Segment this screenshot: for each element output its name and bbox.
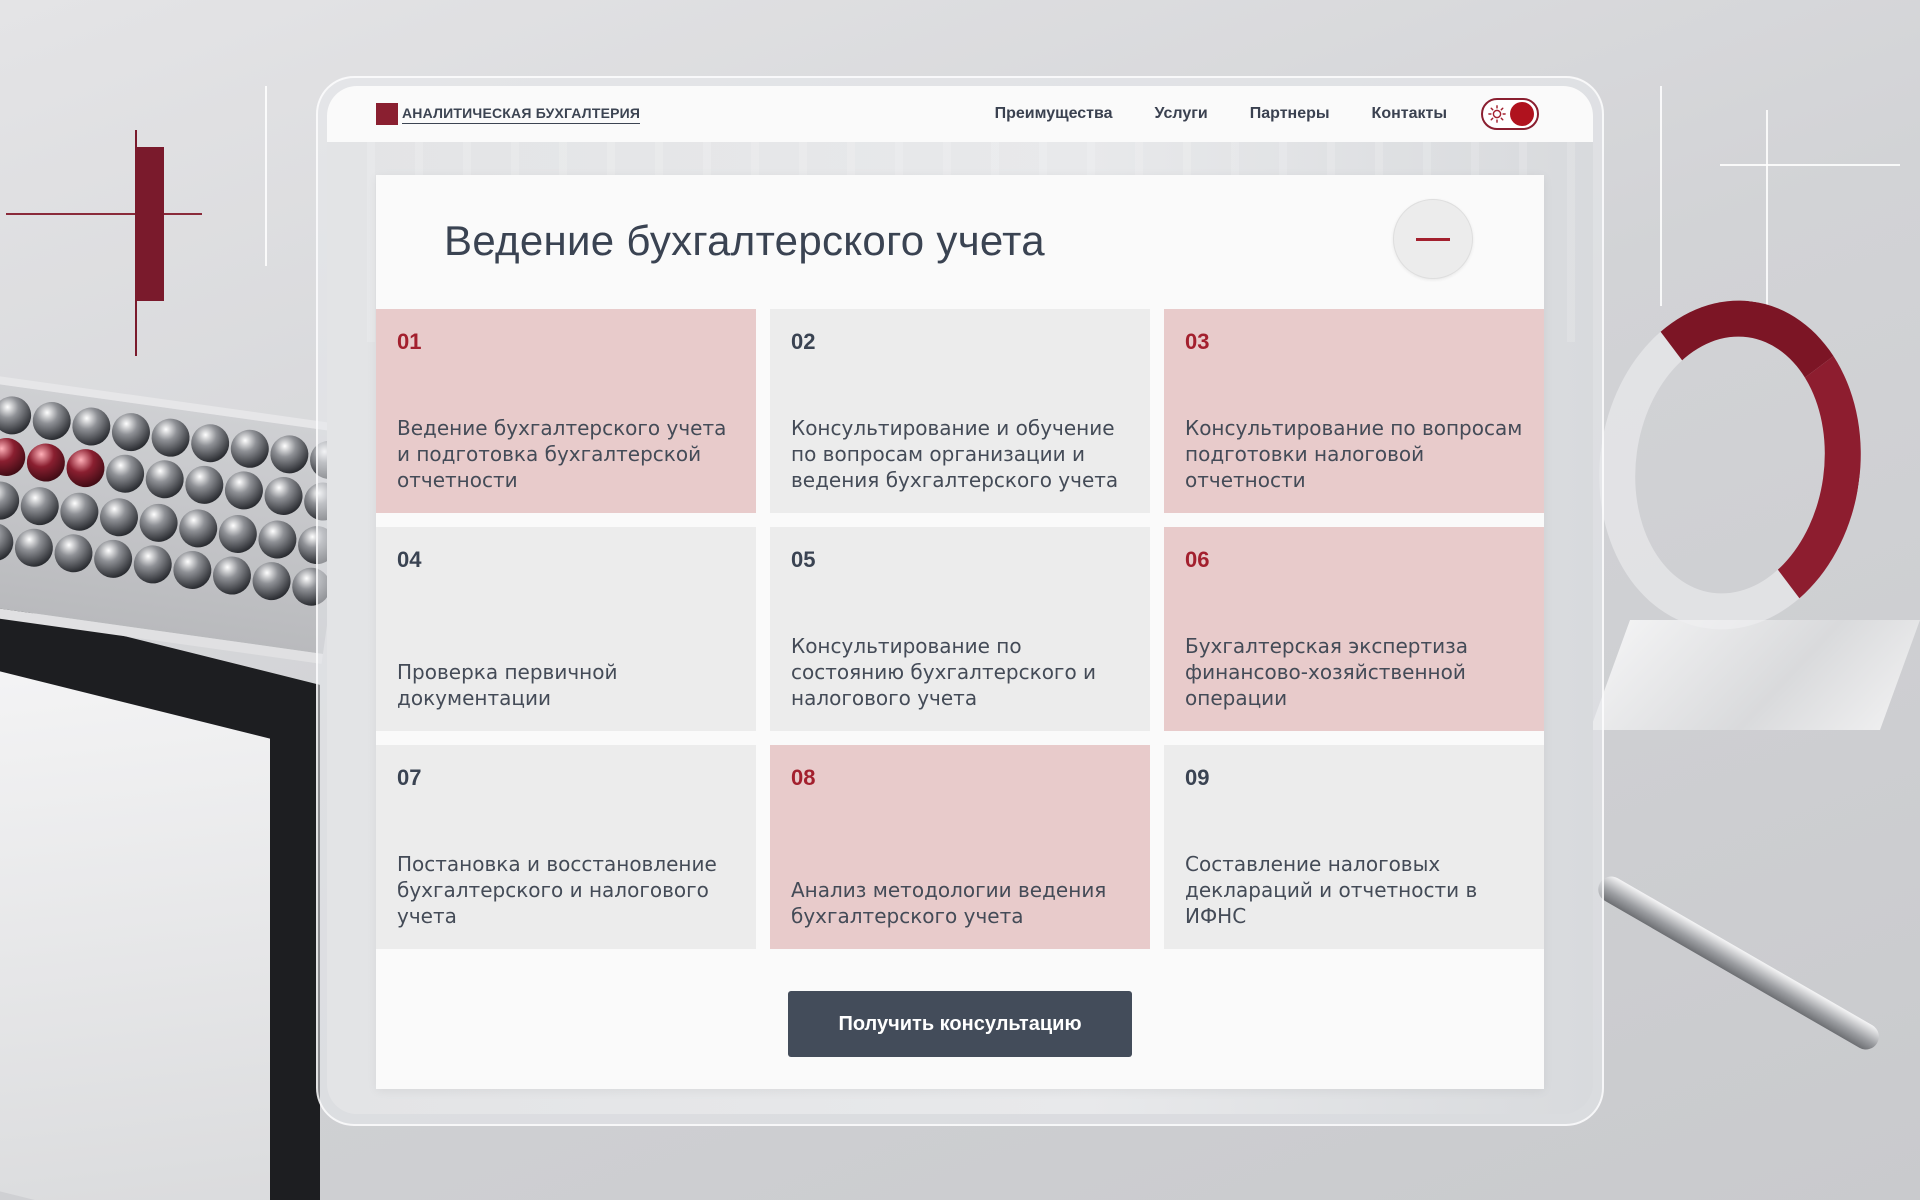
service-card[interactable]: 07 Постановка и восстановление бухгалтер…	[376, 745, 756, 949]
service-number: 05	[791, 547, 816, 572]
service-card[interactable]: 09 Составление налоговых деклараций и от…	[1164, 745, 1544, 949]
service-description: Консультирование и обучение по вопросам …	[791, 416, 1119, 492]
background-candle	[136, 147, 164, 301]
main-nav: Преимущества Услуги Партнеры Контакты	[995, 98, 1539, 130]
service-description: Анализ методологии ведения бухгалтерског…	[791, 878, 1107, 928]
service-number: 03	[1185, 329, 1210, 354]
background-glass-ring	[1578, 283, 1882, 647]
service-card[interactable]: 04 Проверка первичной документации	[376, 527, 756, 731]
toggle-knob	[1510, 102, 1534, 126]
service-number: 09	[1185, 765, 1210, 790]
service-number: 04	[397, 547, 422, 572]
brand-logo[interactable]: АНАЛИТИЧЕСКАЯ БУХГАЛТЕРИЯ	[376, 103, 641, 125]
background-line	[1660, 86, 1662, 306]
nav-item-partners[interactable]: Партнеры	[1250, 105, 1330, 123]
service-description: Консультирование по состоянию бухгалтерс…	[791, 634, 1097, 710]
background-pen	[1593, 871, 1884, 1055]
background-marble-stand	[1589, 620, 1920, 730]
service-description: Консультирование по вопросам подготовки …	[1185, 416, 1523, 492]
background-abacus	[0, 376, 355, 664]
background-tray-inner	[0, 661, 270, 1200]
sun-icon	[1488, 105, 1506, 123]
brand-name: АНАЛИТИЧЕСКАЯ БУХГАЛТЕРИЯ	[402, 105, 641, 124]
background-line	[1720, 164, 1900, 166]
panel-title: Ведение бухгалтерского учета	[444, 217, 1045, 264]
service-card[interactable]: 02 Консультирование и обучение по вопрос…	[770, 309, 1150, 513]
service-number: 07	[397, 765, 422, 790]
service-card[interactable]: 01 Ведение бухгалтерского учета и подгот…	[376, 309, 756, 513]
service-description: Составление налоговых деклараций и отчет…	[1185, 852, 1478, 928]
background-chart-line	[6, 213, 202, 215]
services-grid: 01 Ведение бухгалтерского учета и подгот…	[376, 309, 1544, 949]
service-card[interactable]: 08 Анализ методологии ведения бухгалтерс…	[770, 745, 1150, 949]
service-card[interactable]: 05 Консультирование по состоянию бухгалт…	[770, 527, 1150, 731]
collapse-button[interactable]	[1393, 199, 1473, 279]
background-line	[265, 86, 267, 266]
nav-item-contacts[interactable]: Контакты	[1372, 105, 1447, 123]
nav-item-services[interactable]: Услуги	[1155, 105, 1208, 123]
service-description: Проверка первичной документации	[397, 660, 618, 710]
service-number: 01	[397, 329, 422, 354]
service-description: Ведение бухгалтерского учета и подготовк…	[397, 416, 727, 492]
service-number: 02	[791, 329, 816, 354]
minus-icon	[1416, 237, 1450, 241]
get-consultation-button[interactable]: Получить консультацию	[788, 991, 1132, 1057]
service-number: 06	[1185, 547, 1210, 572]
background-line	[1766, 110, 1768, 310]
logo-square-icon	[376, 103, 398, 125]
website-screen: АНАЛИТИЧЕСКАЯ БУХГАЛТЕРИЯ Преимущества У…	[327, 86, 1593, 1114]
service-card[interactable]: 03 Консультирование по вопросам подготов…	[1164, 309, 1544, 513]
service-description: Бухгалтерская экспертиза финансово-хозяй…	[1185, 634, 1468, 710]
service-number: 08	[791, 765, 816, 790]
nav-item-advantages[interactable]: Преимущества	[995, 105, 1113, 123]
theme-toggle[interactable]	[1481, 98, 1539, 130]
service-card[interactable]: 06 Бухгалтерская экспертиза финансово-хо…	[1164, 527, 1544, 731]
site-header: АНАЛИТИЧЕСКАЯ БУХГАЛТЕРИЯ Преимущества У…	[327, 86, 1593, 142]
services-panel: Ведение бухгалтерского учета 01 Ведение …	[376, 175, 1544, 1089]
service-description: Постановка и восстановление бухгалтерско…	[397, 852, 717, 928]
